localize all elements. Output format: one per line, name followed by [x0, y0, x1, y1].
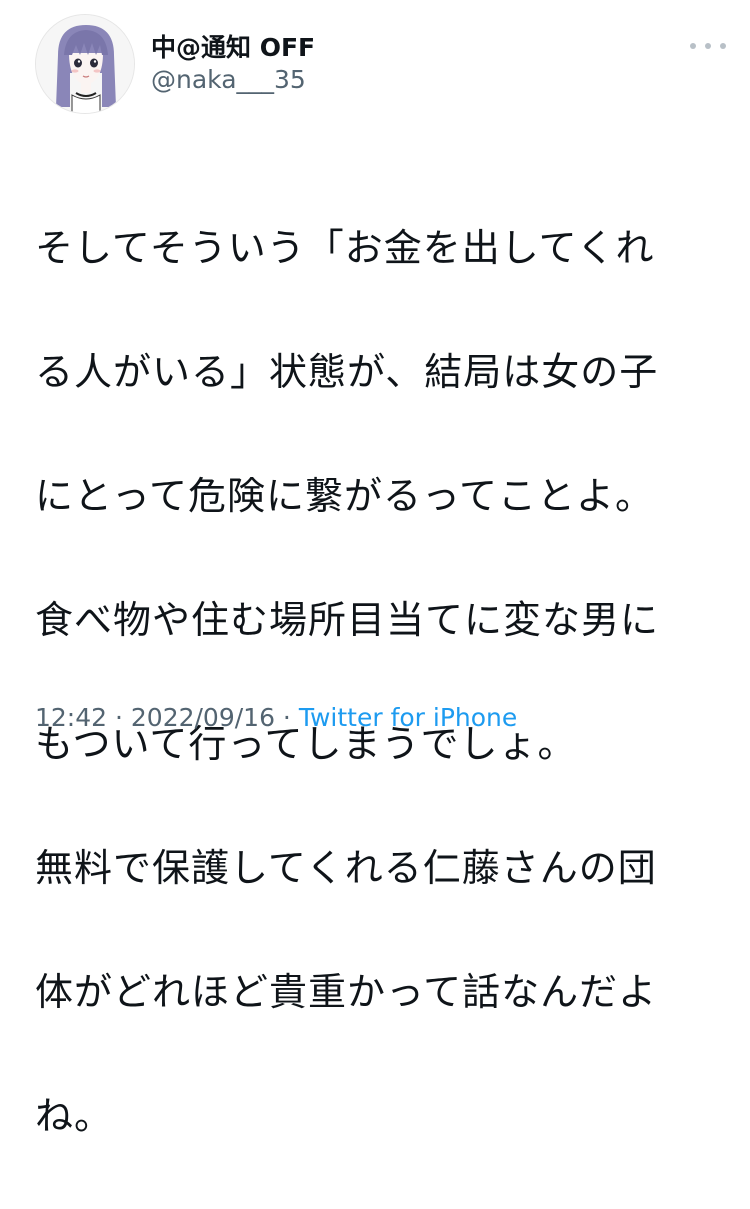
tweet-meta: 12:42 · 2022/09/16 · Twitter for iPhone: [35, 700, 517, 736]
more-horizontal-icon-dot: [705, 43, 711, 49]
tweet-time[interactable]: 12:42: [35, 703, 107, 732]
meta-separator: ·: [107, 703, 131, 732]
avatar[interactable]: [35, 14, 135, 114]
author-names: 中@通知 OFF @naka___35: [151, 32, 315, 96]
tweet-text-line: 無料で保護してくれる仁藤さんの団: [35, 846, 657, 890]
tweet-text: そしてそういう「お金を出してくれ る人がいる」状態が、結局は女の子 にとって危険…: [35, 155, 725, 1209]
more-horizontal-icon-dot: [720, 43, 726, 49]
more-horizontal-icon: [690, 43, 696, 49]
tweet: 中@通知 OFF @naka___35 そしてそういう「お金を出してくれ る人が…: [0, 0, 750, 1138]
user-handle[interactable]: @naka___35: [151, 64, 315, 96]
tweet-text-line: ね。: [35, 1094, 114, 1138]
tweet-text-line: る人がいる」状態が、結局は女の子: [35, 350, 659, 394]
display-name[interactable]: 中@通知 OFF: [151, 32, 315, 64]
tweet-text-line: そしてそういう「お金を出してくれ: [35, 226, 655, 270]
meta-separator: ·: [274, 703, 299, 732]
tweet-text-line: 体がどれほど貴重かって話なんだよ: [35, 970, 658, 1014]
anime-girl-avatar-icon: [36, 15, 134, 113]
tweet-header: 中@通知 OFF @naka___35: [35, 14, 730, 114]
tweet-text-line: にとって危険に繋がるってことよ。: [35, 474, 655, 518]
tweet-date[interactable]: 2022/09/16: [131, 703, 275, 732]
tweet-source-link[interactable]: Twitter for iPhone: [299, 703, 517, 732]
tweet-text-line: 食べ物や住む場所目当てに変な男に: [35, 598, 660, 642]
more-options-button[interactable]: [690, 36, 726, 56]
